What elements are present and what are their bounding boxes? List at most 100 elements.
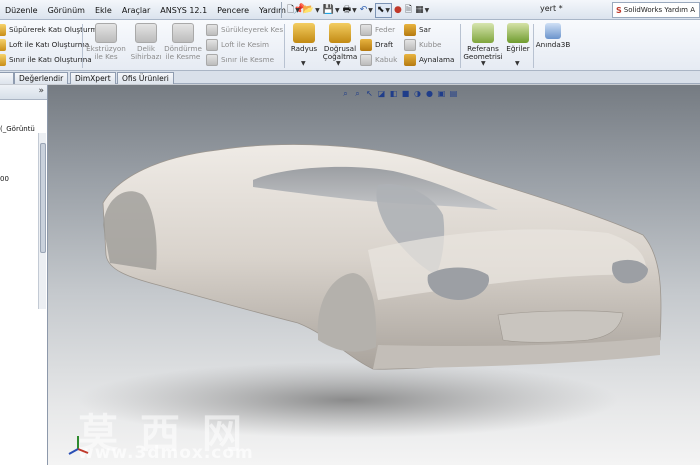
open-button[interactable]: 📂 ▼ [302,3,321,18]
revolve-cut-button[interactable]: Döndürme ile Kesme [164,23,202,61]
ribbon-separator [460,24,461,68]
ribbon-separator [533,24,534,68]
hole-wizard-icon [135,23,157,43]
document-title: yert * [540,4,563,13]
rebuild-button[interactable]: ● [393,3,403,18]
ribbon-separator [82,24,83,68]
solidworks-logo-icon: S [616,5,622,15]
loft-boss-button[interactable]: Loft ile Katı Oluşturma [0,37,89,52]
lofted-cut-icon [206,38,218,51]
dome-icon [404,38,416,51]
file-properties-button[interactable]: 🗎 [404,3,413,18]
extrude-cut-icon [95,23,117,43]
lofted-cut-button[interactable]: Loft ile Kesim [206,37,284,52]
panel-header: » [0,85,47,100]
select-button[interactable]: ⬉ ▼ [374,2,393,18]
curves-button[interactable]: Eğriler [504,23,532,53]
boundary-boss-button[interactable]: Sınır ile Katı Oluşturma [0,52,92,67]
tab-office-products[interactable]: Ofis Ürünleri [117,72,174,84]
tab-dimxpert[interactable]: DimXpert [70,72,116,84]
swept-cut-icon [206,23,218,36]
options-button[interactable]: ▦ ▼ [414,3,430,18]
draft-icon [360,38,372,51]
feature-group-b: Sar Kubbe Aynalama [404,22,460,67]
floppy-icon: 💾 [322,5,334,15]
command-manager: Süpürerek Katı Oluşturma Loft ile Katı O… [0,20,700,71]
menu-window[interactable]: Pencere [212,6,254,15]
mirror-icon [404,53,416,66]
options-icon: ▦ [415,5,424,15]
collapse-panel-icon[interactable]: » [38,86,44,96]
curves-dropdown-arrow[interactable]: ▼ [515,60,520,67]
sweep-icon [0,23,6,36]
help-search-box[interactable]: S SolidWorks Yardım A [612,2,700,18]
quick-access-toolbar: 🗋 ▼ 📂 ▼ 💾 ▼ 🖶 ▼ ↶ ▼ ⬉ ▼ ● 🗎 ▦ ▼ [286,2,430,18]
printer-icon: 🖶 [342,5,352,15]
boundary-cut-icon [206,53,218,66]
fillet-button[interactable]: Radyus [288,23,320,53]
traffic-light-icon: ● [394,5,402,15]
print-button[interactable]: 🖶 ▼ [342,3,358,18]
help-search-text: SolidWorks Yardım A [623,6,695,14]
menu-view[interactable]: Görünüm [43,6,90,15]
loft-icon [0,38,6,51]
cursor-icon: ⬉ [376,5,385,15]
curves-icon [507,23,529,43]
panel-scrollbar[interactable] [38,133,46,309]
extrude-cut-button[interactable]: Ekstrüzyon ile Kes [86,23,126,61]
properties-icon: 🗎 [404,5,413,15]
menu-insert[interactable]: Ekle [90,6,117,15]
command-tabs: Değerlendir DimXpert Ofis Ürünleri [0,71,700,84]
tree-item-value: 00 [0,175,9,183]
wrap-button[interactable]: Sar [404,22,460,37]
reference-dropdown-arrow[interactable]: ▼ [481,60,486,67]
tab-evaluate[interactable]: Değerlendir [14,72,69,84]
graphics-viewport[interactable]: ⌕ ⌕ ↖ ◪ ◧ ■ ◑ ● ▣ ▤ 莫西网 www.3dmox.com [48,85,700,465]
revolve-cut-icon [172,23,194,43]
mirror-button[interactable]: Aynalama [404,52,460,67]
menu-bar: Düzenle Görünüm Ekle Araçlar ANSYS 12.1 … [0,0,700,20]
menu-edit[interactable]: Düzenle [0,6,43,15]
boss-features-group: Süpürerek Katı Oluşturma Loft ile Katı O… [0,22,102,67]
reference-geometry-icon [472,23,494,43]
dome-button[interactable]: Kubbe [404,37,460,52]
menu-tools[interactable]: Araçlar [117,6,155,15]
ribbon-separator [284,24,285,68]
boundary-icon [0,53,6,66]
instant3d-icon [545,23,561,39]
menu-ansys[interactable]: ANSYS 12.1 [155,6,212,15]
save-button[interactable]: 💾 ▼ [322,3,341,18]
tab-blank[interactable] [0,72,14,84]
shell-icon [360,53,372,66]
swept-cut-button[interactable]: Sürükleyerek Kes [206,22,284,37]
instant3d-button[interactable]: Anında3B [535,23,571,49]
rib-button[interactable]: Feder [360,22,402,37]
new-document-button[interactable]: 🗋 ▼ [286,3,301,18]
watermark-url: www.3dmox.com [78,443,254,463]
feature-group-a: Feder Draft Kabuk [360,22,402,67]
scrollbar-thumb[interactable] [40,143,46,253]
feature-manager-panel: » (_Görüntü 00 [0,85,48,465]
cut-features-group: Sürükleyerek Kes Loft ile Kesim Sınır il… [206,22,284,67]
toolbar-separator [281,2,282,18]
new-document-icon: 🗋 [287,5,295,15]
undo-button[interactable]: ↶ ▼ [359,3,374,18]
linear-pattern-icon [329,23,351,43]
linear-pattern-button[interactable]: Doğrusal Çoğaltma [321,23,359,61]
axis-triad-icon [68,436,89,455]
menu-list: Düzenle Görünüm Ekle Araçlar ANSYS 12.1 … [0,0,305,20]
hole-wizard-button[interactable]: Delik Sihirbazı [128,23,164,61]
shell-button[interactable]: Kabuk [360,52,402,67]
reference-geometry-button[interactable]: Referans Geometrisi [462,23,504,61]
sweep-boss-button[interactable]: Süpürerek Katı Oluşturma [0,22,102,37]
rib-icon [360,23,372,36]
fillet-dropdown-arrow[interactable]: ▼ [301,60,306,67]
fillet-icon [293,23,315,43]
undo-icon: ↶ [359,5,368,15]
draft-button[interactable]: Draft [360,37,402,52]
pattern-dropdown-arrow[interactable]: ▼ [336,60,341,67]
folder-icon: 📂 [302,5,315,15]
tree-item-display[interactable]: (_Görüntü [0,125,35,133]
boundary-cut-button[interactable]: Sınır ile Kesme [206,52,284,67]
wrap-icon [404,23,416,36]
